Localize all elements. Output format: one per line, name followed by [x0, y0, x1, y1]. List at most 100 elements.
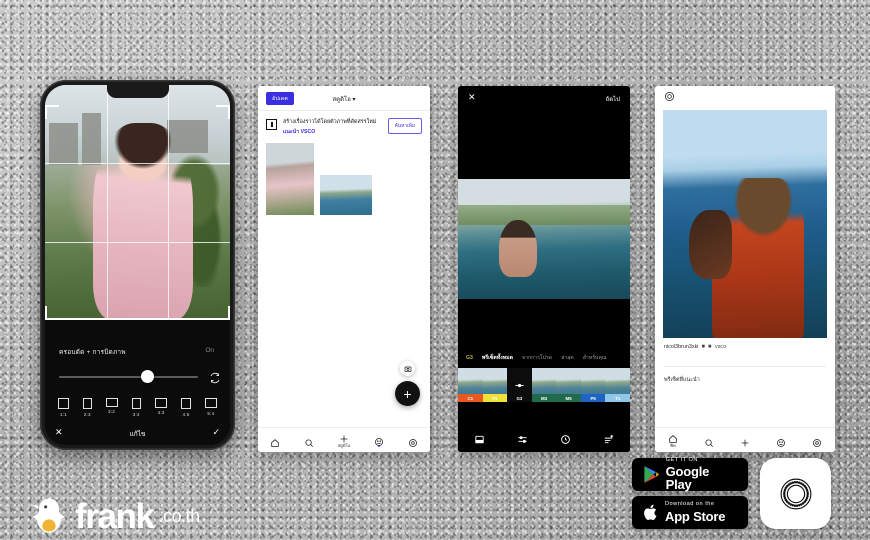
aspect-ratio-list: 1:1 2:3 3:2 3:4 4:3 4:5 5:4	[45, 398, 230, 417]
nav-item-smiley[interactable]	[374, 434, 384, 447]
home-icon	[668, 431, 678, 443]
frank-brand-logo[interactable]: frank .co.th	[28, 496, 200, 536]
confirm-button[interactable]: ✓	[212, 428, 220, 437]
phone-notch	[106, 85, 169, 98]
preset-label: M3	[531, 394, 557, 402]
search-icon	[304, 435, 314, 448]
aspect-ratio-box	[58, 398, 69, 409]
preset-M3[interactable]: M3	[531, 368, 557, 402]
promo-cta-button[interactable]: ค้นหาเพิ่ม	[387, 118, 422, 134]
nav-item-plus[interactable]: สตูดิโอ	[338, 431, 350, 449]
google-play-badge[interactable]: GET IT ON Google Play	[632, 457, 748, 493]
aspect-ratio-5-4[interactable]: 5:4	[204, 398, 217, 417]
preset-C1[interactable]: C1	[458, 368, 483, 402]
rotate-icon[interactable]	[209, 372, 221, 384]
aspect-ratio-4-5[interactable]: 4:5	[181, 398, 191, 417]
promo-subline: แนะนำ VSCO	[283, 128, 316, 135]
aspect-ratio-label: 4:3	[157, 410, 165, 415]
crop-tool-label: ครอบตัด + การบิดภาพ	[59, 349, 126, 356]
post-username[interactable]: nicol3brun3ski	[664, 344, 698, 350]
nav-item-plus[interactable]	[740, 435, 750, 447]
app-store-big-text: App Store	[665, 508, 726, 524]
aspect-ratio-label: 2:3	[83, 411, 91, 417]
aspect-ratio-3-2[interactable]: 3:2	[105, 398, 118, 417]
nav-item-home[interactable]	[270, 435, 280, 447]
preset-tab-พรีเซ็ตทั้งหมด[interactable]: พรีเซ็ตทั้งหมด	[482, 354, 513, 362]
app-store-badge[interactable]: Download on the App Store	[632, 496, 748, 529]
page-title-text: สตูดิโอ	[332, 97, 351, 103]
preset-tab-จากการโปรด[interactable]: จากการโปรด	[522, 354, 552, 362]
phone-mockup-discover-feed: อัปเดต สตูดิโอ ▾ สร้างเรื่องราวได้โดยตัว…	[258, 86, 430, 452]
smiley-icon	[374, 434, 384, 446]
next-button[interactable]: ถัดไป	[606, 94, 620, 104]
plus-icon	[339, 431, 349, 443]
promo-headline: สร้างเรื่องราวได้โดยตัวภาพที่คัดสรรใหม่	[283, 119, 377, 125]
google-play-icon	[644, 466, 659, 483]
preset-strength-icon	[515, 383, 524, 387]
crop-photo-preview[interactable]	[45, 85, 230, 320]
preset-tab-สำหรับคุณ[interactable]: สำหรับคุณ	[583, 354, 607, 362]
preset-G3[interactable]: G3	[507, 368, 532, 402]
bottom-nav-post: ฟีด	[655, 427, 835, 452]
vsco-ring-icon	[780, 478, 811, 509]
post-header	[655, 86, 835, 108]
preset-tab-G3[interactable]: G3	[466, 355, 473, 361]
vsco-logo-icon[interactable]	[664, 91, 675, 102]
nav-notification-dot	[378, 444, 381, 447]
nav-item-search[interactable]	[304, 435, 314, 448]
search-icon	[704, 435, 714, 448]
vsco-app-icon[interactable]	[760, 458, 831, 529]
divider	[664, 366, 826, 367]
smiley-icon	[776, 435, 786, 447]
editor-tool-bar	[458, 426, 630, 452]
aspect-ratio-box	[105, 398, 118, 407]
nav-item-smiley[interactable]	[776, 435, 786, 447]
nav-item-gear[interactable]	[408, 435, 418, 447]
nav-item-gear[interactable]	[812, 435, 822, 447]
edited-photo-preview[interactable]	[458, 179, 630, 299]
camera-icon[interactable]	[400, 361, 415, 376]
aspect-ratio-label: 4:5	[182, 411, 190, 417]
presets-icon[interactable]	[474, 434, 485, 445]
floating-action-group: +	[395, 361, 420, 406]
nav-item-home[interactable]: ฟีด	[668, 431, 678, 449]
straighten-slider-knob[interactable]	[140, 370, 154, 383]
preset-label: T1	[605, 394, 630, 402]
chevron-down-icon: ▾	[352, 97, 356, 103]
aspect-ratio-box	[181, 398, 191, 409]
adjust-icon[interactable]	[517, 434, 528, 445]
aspect-ratio-1-1[interactable]: 1:1	[58, 398, 69, 417]
preset-tab-ล่าสุด[interactable]: ล่าสุด	[561, 354, 574, 362]
preset-strip: C1 F2 G3 M3 M5 P5 T1	[458, 368, 630, 402]
aspect-ratio-box	[155, 398, 168, 408]
feed-header: อัปเดต สตูดิโอ ▾	[258, 86, 430, 111]
thumbnail-item[interactable]	[320, 174, 372, 215]
preset-M5[interactable]: M5	[556, 368, 581, 402]
aspect-ratio-2-3[interactable]: 2:3	[83, 398, 92, 417]
aspect-ratio-3-4[interactable]: 3:4	[131, 398, 142, 417]
add-fab-button[interactable]: +	[395, 381, 420, 406]
phone-mockup-filter-editor: ✕ ถัดไป G3 พรีเซ็ตทั้งหมด จากการโปรด ล่าสุด…	[458, 86, 630, 452]
editor-title: แก้ไข	[129, 431, 146, 438]
gear-icon	[812, 435, 822, 447]
straighten-slider-track[interactable]	[59, 376, 198, 378]
frank-tld: .co.th	[158, 505, 201, 526]
preset-F2[interactable]: F2	[482, 368, 508, 402]
preset-P5[interactable]: P5	[580, 368, 606, 402]
promo-card[interactable]: สร้างเรื่องราวได้โดยตัวภาพที่คัดสรรใหม่ …	[258, 111, 430, 136]
page-title[interactable]: สตูดิโอ ▾	[258, 94, 430, 104]
text-icon[interactable]	[603, 434, 614, 445]
thumbnail-item[interactable]	[266, 142, 314, 215]
studio-thumbnail-grid	[258, 142, 430, 215]
google-play-big-text: Google Play	[665, 464, 710, 493]
aspect-ratio-label: 1:1	[60, 411, 67, 417]
nav-item-search[interactable]	[704, 435, 714, 448]
post-photo[interactable]	[663, 110, 827, 338]
app-store-small-text: Download on the	[665, 501, 715, 508]
post-vsco-label: vsco	[714, 344, 726, 350]
preset-T1[interactable]: T1	[605, 368, 630, 402]
close-button[interactable]: ✕	[468, 93, 476, 102]
aspect-ratio-box	[83, 398, 92, 409]
undo-icon[interactable]	[560, 434, 571, 445]
aspect-ratio-4-3[interactable]: 4:3	[155, 398, 168, 417]
